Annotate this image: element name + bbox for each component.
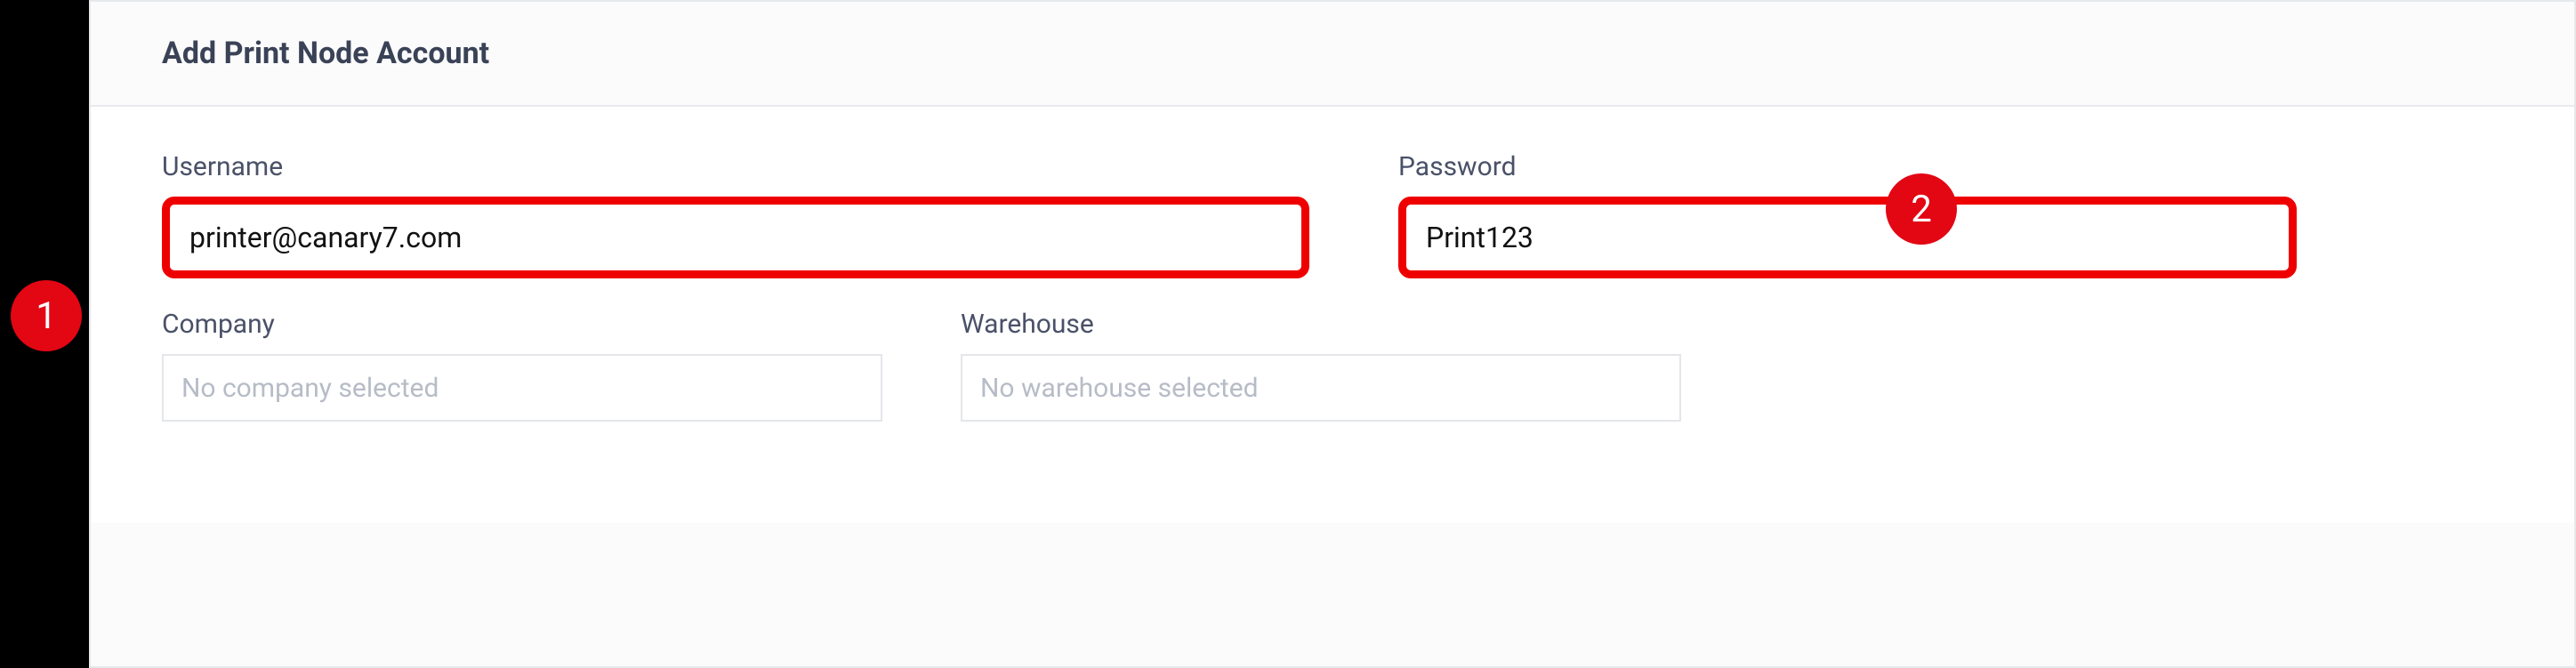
annotation-badge-2: 2 (1886, 173, 1957, 245)
password-input[interactable] (1398, 197, 2297, 278)
warehouse-select-placeholder: No warehouse selected (980, 373, 1259, 404)
annotation-badge-1: 1 (11, 280, 82, 351)
password-label: Password (1398, 151, 2297, 182)
company-label: Company (162, 309, 882, 340)
panel-title: Add Print Node Account (162, 36, 2503, 71)
add-print-node-panel: Add Print Node Account Username Password… (89, 0, 2576, 668)
warehouse-select[interactable]: No warehouse selected (961, 354, 1681, 422)
row-company-warehouse: Company No company selected Warehouse No… (162, 309, 2503, 422)
company-field-group: Company No company selected (162, 309, 882, 422)
row-credentials: Username Password (162, 151, 2503, 278)
username-field-group: Username (162, 151, 1309, 278)
warehouse-label: Warehouse (961, 309, 1681, 340)
warehouse-field-group: Warehouse No warehouse selected (961, 309, 1681, 422)
password-field-group: Password (1398, 151, 2297, 278)
company-select-placeholder: No company selected (181, 373, 439, 404)
panel-header: Add Print Node Account (91, 2, 2574, 107)
username-label: Username (162, 151, 1309, 182)
panel-body: Username Password Company No company sel… (91, 107, 2574, 523)
company-select[interactable]: No company selected (162, 354, 882, 422)
username-input[interactable] (162, 197, 1309, 278)
